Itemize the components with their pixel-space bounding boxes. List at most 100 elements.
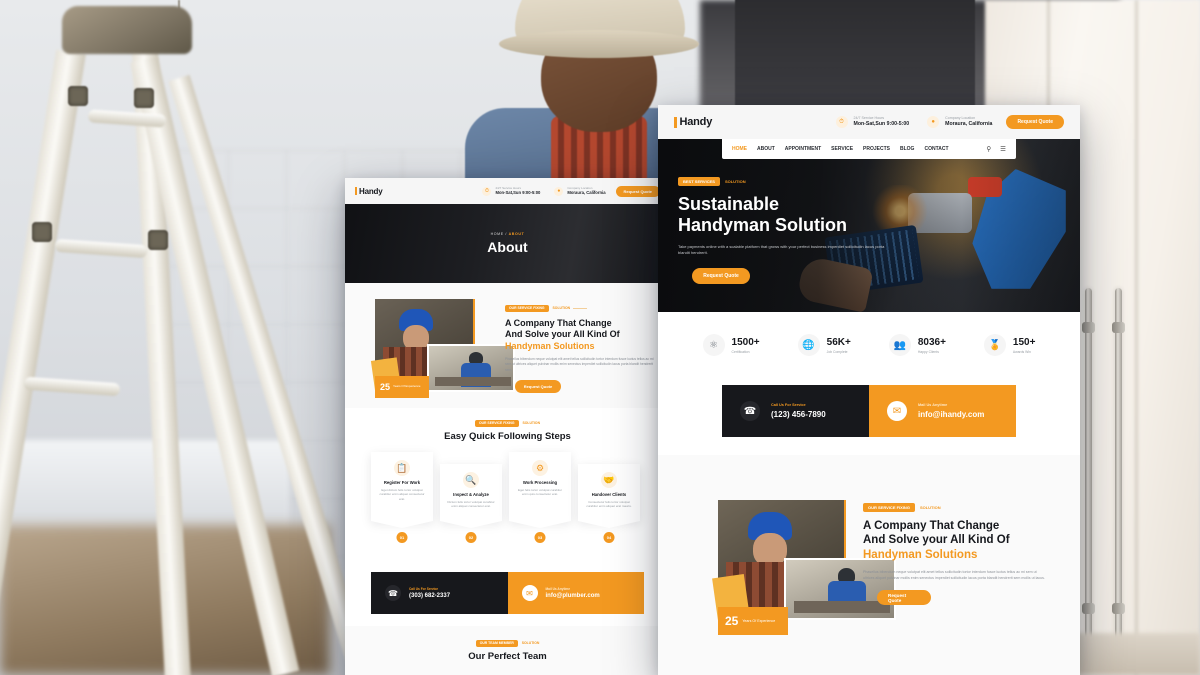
hours-value: Mon-Sat,Sun 9:00-5:00 xyxy=(853,121,910,127)
location-info: ● Company Location Moraura, California xyxy=(927,116,992,128)
stat-label: Certification xyxy=(731,349,750,354)
page-title: About xyxy=(487,239,528,255)
cabinet-handle xyxy=(1112,288,1125,648)
hero-title-line1: Sustainable xyxy=(678,193,780,214)
experience-number: 25 xyxy=(380,381,391,392)
ladder-hole xyxy=(32,222,52,242)
hero-title-line2: Handyman Solution xyxy=(678,214,848,235)
cabinet-seam xyxy=(1135,0,1138,675)
globe-icon: 🌐 xyxy=(797,334,820,356)
steps-tag-sub: SOLUTION xyxy=(522,421,541,426)
team-tag-sub: SOLUTION xyxy=(521,641,540,646)
stat-number: 1500+ xyxy=(731,336,760,348)
experience-text: Years Of Experience xyxy=(393,384,421,389)
nav-item-blog[interactable]: BLOG xyxy=(900,146,914,152)
step-card[interactable]: 🔍 Inspect & Analyze Dictum felis tortor … xyxy=(440,464,502,543)
call-us-box[interactable]: ☎ Call Us For Service (123) 456-7890 xyxy=(722,385,869,437)
mail-value: info@ihandy.com xyxy=(918,410,985,419)
steps-cards: 📋 Register For Work Eget dictum felis to… xyxy=(371,452,644,543)
nav-item-about[interactable]: ABOUT xyxy=(757,146,775,152)
mail-us-box[interactable]: ✉ Mail Us Anytime info@plumber.com xyxy=(507,572,644,614)
search-doc-icon: 🔍 xyxy=(463,472,479,488)
nav-item-contact[interactable]: CONTACT xyxy=(924,146,948,152)
about-paragraph: Phasellus bibendum neque volutpat elit a… xyxy=(863,570,1045,581)
map-pin-icon: ● xyxy=(554,186,564,196)
step-name: Inspect & Analyze xyxy=(453,492,489,497)
phone-icon: ☎ xyxy=(385,585,401,601)
about-page-mockup[interactable]: Handy ⏱ 24/7 Service Hours Mon-Sat,Sun 9… xyxy=(345,178,670,675)
section-tag: OUR SERVICE FIXING xyxy=(505,305,549,312)
step-number: 03 xyxy=(534,531,546,543)
nav-item-projects[interactable]: PROJECTS xyxy=(863,146,890,152)
experience-badge: 25 Years Of Experience xyxy=(718,607,788,635)
envelope-icon: ✉ xyxy=(521,585,538,601)
breadcrumb-separator: / xyxy=(505,232,507,236)
breadcrumb-current: ABOUT xyxy=(508,232,525,236)
ladder-hole xyxy=(68,86,88,106)
section-tag-sub: SOLUTION xyxy=(552,306,571,311)
logo-text: Handy xyxy=(679,116,713,128)
search-icon[interactable]: ⚲ xyxy=(986,145,991,153)
step-desc: Eget dictum felis tortor volutpat curabi… xyxy=(379,488,425,501)
experience-number: 25 xyxy=(725,614,739,628)
call-us-box[interactable]: ☎ Call Us For Service (303) 682-2337 xyxy=(371,572,508,614)
clock-icon: ⏱ xyxy=(835,116,848,128)
about-text-block: OUR SERVICE FIXING SOLUTION A Company Th… xyxy=(863,503,1048,606)
nav-items: HOME ABOUT APPOINTMENT SERVICE PROJECTS … xyxy=(732,146,949,152)
handshake-icon: 🤝 xyxy=(601,472,617,488)
hours-info: ⏱ 24/7 Service Hours Mon-Sat,Sun 9:00-5:… xyxy=(835,116,910,128)
stat-item: ⚛ 1500+ Certification xyxy=(702,334,760,356)
hero-request-quote-button[interactable]: Request Quote xyxy=(692,268,750,285)
steps-section: OUR SERVICE FIXING SOLUTION Easy Quick F… xyxy=(345,408,670,543)
request-quote-button[interactable]: Request Quote xyxy=(1006,115,1064,129)
about-hero: HOME / ABOUT About xyxy=(345,204,670,283)
home-page-mockup[interactable]: Handy ⏱ 24/7 Service Hours Mon-Sat,Sun 9… xyxy=(658,105,1080,675)
hero-tag: BEST SERVICES xyxy=(678,177,720,186)
request-quote-button[interactable]: Request Quote xyxy=(615,185,660,197)
call-label: Call Us For Service xyxy=(409,587,439,591)
call-value: (303) 682-2337 xyxy=(409,593,451,599)
section-tag-sub: SOLUTION xyxy=(919,504,941,510)
mail-value: info@plumber.com xyxy=(545,593,600,599)
section-tag: OUR SERVICE FIXING xyxy=(863,503,915,512)
step-number: 01 xyxy=(396,531,408,543)
nav-item-home[interactable]: HOME xyxy=(732,146,747,152)
mail-us-box[interactable]: ✉ Mail Us Anytime info@ihandy.com xyxy=(869,385,1016,437)
logo-bar-icon xyxy=(355,187,357,195)
hero-tag-row: BEST SERVICES SOLUTION xyxy=(678,177,928,186)
nav-item-appointment[interactable]: APPOINTMENT xyxy=(785,146,821,152)
experience-badge: 25 Years Of Experience xyxy=(375,376,429,398)
step-desc: Eget felis tortor volutpat curabitur eni… xyxy=(517,488,563,497)
about-heading-line1: A Company That Change xyxy=(863,519,1000,532)
nav-item-service[interactable]: SERVICE xyxy=(831,146,853,152)
ladder-hole xyxy=(148,230,168,250)
breadcrumb-home[interactable]: HOME xyxy=(491,232,504,236)
team-tag-row: OUR TEAM MEMBER SOLUTION xyxy=(345,640,670,647)
logo[interactable]: Handy xyxy=(674,116,712,128)
step-card[interactable]: 🤝 Handover Clients Consectetur felis tor… xyxy=(578,464,640,543)
ladder-hole xyxy=(134,88,154,108)
step-card[interactable]: ⚙ Work Processing Eget felis tortor volu… xyxy=(509,452,571,543)
team-header: OUR TEAM MEMBER SOLUTION Our Perfect Tea… xyxy=(345,640,670,662)
mail-label: Mail Us Anytime xyxy=(545,587,571,591)
location-value: Moraura, California xyxy=(945,121,993,127)
home-topbar: Handy ⏱ 24/7 Service Hours Mon-Sat,Sun 9… xyxy=(658,105,1080,139)
hamburger-icon[interactable]: ☰ xyxy=(1000,145,1006,153)
ladder-hinge xyxy=(62,6,192,54)
step-desc: Dictum felis tortor volutpat curabitur e… xyxy=(447,500,495,509)
hours-value: Mon-Sat,Sun 9:00-5:00 xyxy=(495,190,541,195)
section-tag-row: OUR SERVICE FIXING SOLUTION xyxy=(505,305,655,312)
about-heading-line3: Handyman Solutions xyxy=(863,548,978,561)
home-about-section: 25 Years Of Experience OUR SERVICE FIXIN… xyxy=(658,455,1080,675)
step-card[interactable]: 📋 Register For Work Eget dictum felis to… xyxy=(371,452,433,543)
stat-number: 8036+ xyxy=(917,336,946,348)
logo[interactable]: Handy xyxy=(355,187,383,196)
about-request-quote-button[interactable]: Request Quote xyxy=(515,379,561,393)
clock-icon: ⏱ xyxy=(482,186,492,196)
map-pin-icon: ● xyxy=(927,116,940,128)
location-value: Moraura, California xyxy=(567,190,606,195)
about-heading: A Company That Change And Solve your All… xyxy=(505,318,655,353)
atom-icon: ⚛ xyxy=(702,334,725,356)
desk-shape xyxy=(435,377,511,386)
about-request-quote-button[interactable]: Request Quote xyxy=(877,590,931,606)
